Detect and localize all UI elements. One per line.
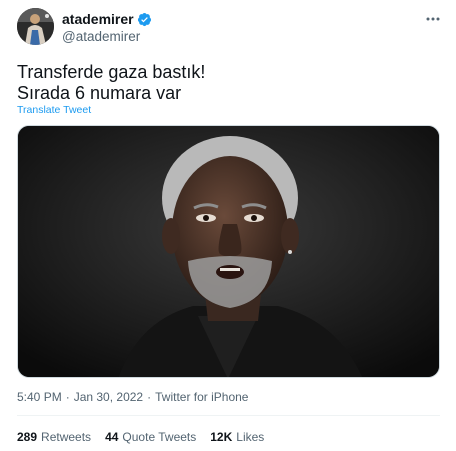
tweet-stats: 289 Retweets 44 Quote Tweets 12K Likes — [17, 430, 264, 444]
author-handle[interactable]: @atademirer — [62, 29, 140, 44]
tweet-media-image[interactable] — [17, 125, 440, 378]
quote-tweets-count: 44 — [105, 430, 119, 444]
tweet-date[interactable]: Jan 30, 2022 — [74, 390, 143, 404]
avatar[interactable] — [17, 8, 54, 45]
quote-tweets-label: Quote Tweets — [122, 430, 197, 444]
translate-tweet-link[interactable]: Translate Tweet — [17, 104, 91, 116]
tweet-meta: 5:40 PM · Jan 30, 2022 · Twitter for iPh… — [17, 390, 248, 404]
tweet-source[interactable]: Twitter for iPhone — [155, 390, 248, 404]
tweet-text: Transferde gaza bastık! Sırada 6 numara … — [17, 62, 437, 104]
more-options-icon — [426, 17, 440, 21]
verified-badge-icon — [137, 12, 152, 27]
retweets-stat[interactable]: 289 Retweets — [17, 430, 91, 444]
author-display-name[interactable]: atademirer — [62, 11, 134, 27]
tweet-text-line-2: Sırada 6 numara var — [17, 83, 182, 103]
retweets-count: 289 — [17, 430, 38, 444]
likes-stat[interactable]: 12K Likes — [210, 430, 264, 444]
meta-separator: · — [65, 390, 70, 404]
tweet-time[interactable]: 5:40 PM — [17, 390, 62, 404]
meta-separator-2: · — [147, 390, 152, 404]
retweets-label: Retweets — [41, 430, 92, 444]
likes-label: Likes — [236, 430, 265, 444]
more-options-button[interactable] — [422, 8, 444, 30]
tweet-card: atademirer @atademirer Transferde gaza b… — [0, 0, 456, 451]
quote-tweets-stat[interactable]: 44 Quote Tweets — [105, 430, 196, 444]
likes-count: 12K — [210, 430, 233, 444]
author-name-row[interactable]: atademirer — [62, 11, 152, 27]
tweet-text-line-1: Transferde gaza bastık! — [17, 62, 206, 82]
divider — [17, 415, 440, 416]
